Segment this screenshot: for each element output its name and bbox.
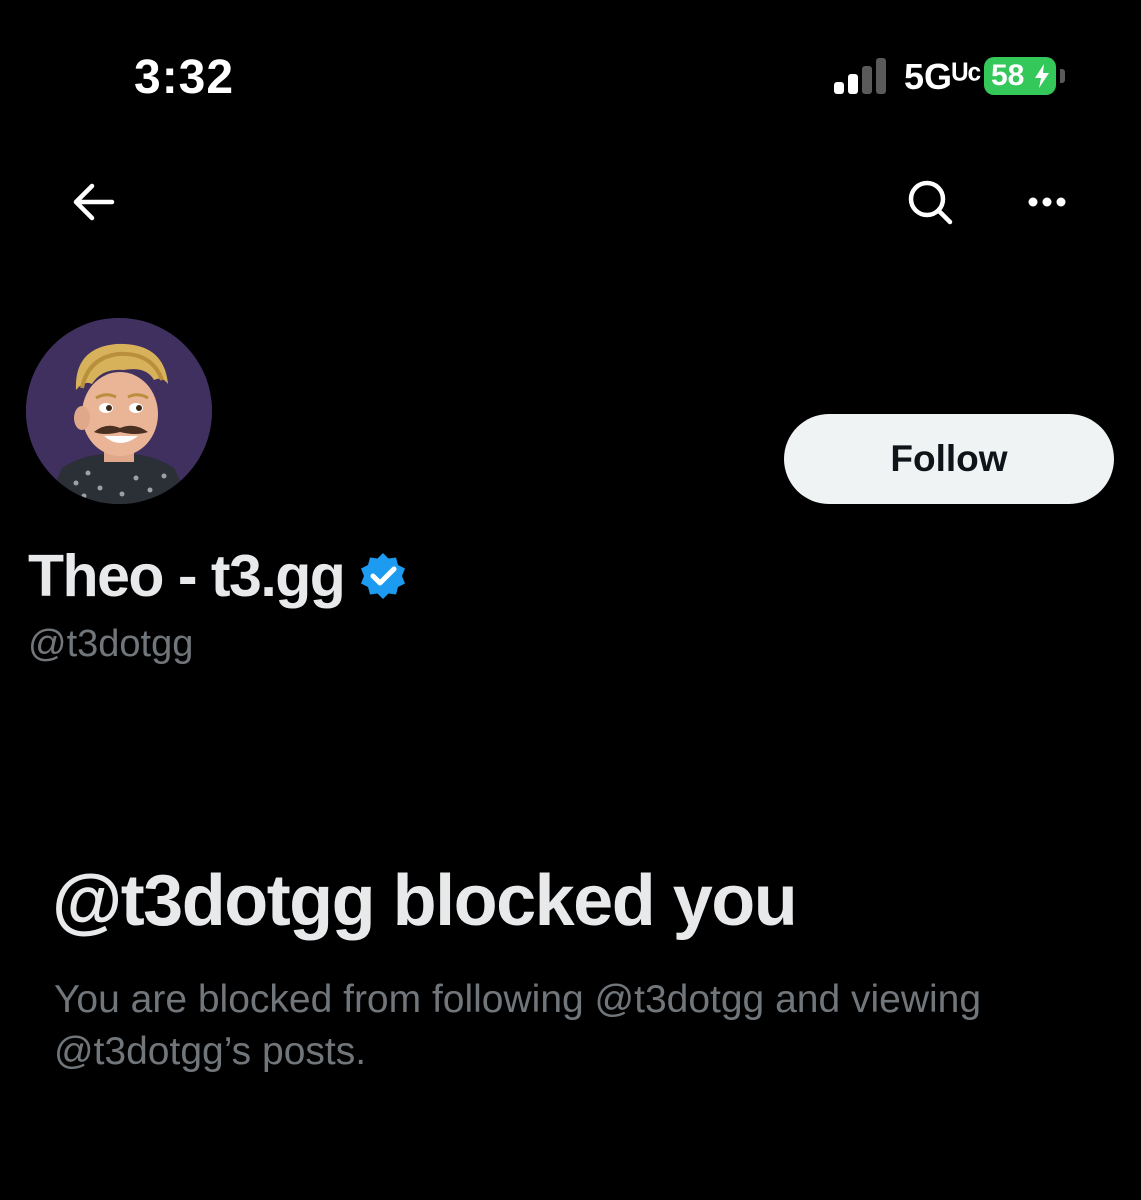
more-horizontal-icon <box>1028 197 1066 207</box>
status-bar: 3:32 5Gᵁᶜ 58 <box>0 0 1141 150</box>
search-icon <box>908 180 953 225</box>
more-options-button[interactable] <box>1017 172 1077 232</box>
charging-bolt-icon <box>1035 64 1049 88</box>
battery-cap <box>1060 69 1065 83</box>
avatar[interactable] <box>26 318 212 504</box>
blocked-title: @t3dotgg blocked you <box>52 861 798 941</box>
avatar-image <box>26 318 212 504</box>
display-name: Theo - t3.gg <box>28 543 346 609</box>
back-button[interactable] <box>64 172 124 232</box>
battery-indicator: 58 <box>984 57 1066 95</box>
blocked-description: You are blocked from following @t3dotgg … <box>54 978 982 1073</box>
network-type: 5Gᵁᶜ <box>904 56 982 97</box>
search-button[interactable] <box>900 172 960 232</box>
arrow-left-icon <box>73 183 115 221</box>
follow-button[interactable]: Follow <box>784 414 1114 504</box>
cellular-signal-icon <box>834 58 886 94</box>
profile-name-row: Theo - t3.gg <box>28 536 408 616</box>
verified-badge-icon[interactable] <box>358 551 408 601</box>
profile-handle: @t3dotgg <box>28 623 194 665</box>
status-time: 3:32 <box>134 51 235 104</box>
